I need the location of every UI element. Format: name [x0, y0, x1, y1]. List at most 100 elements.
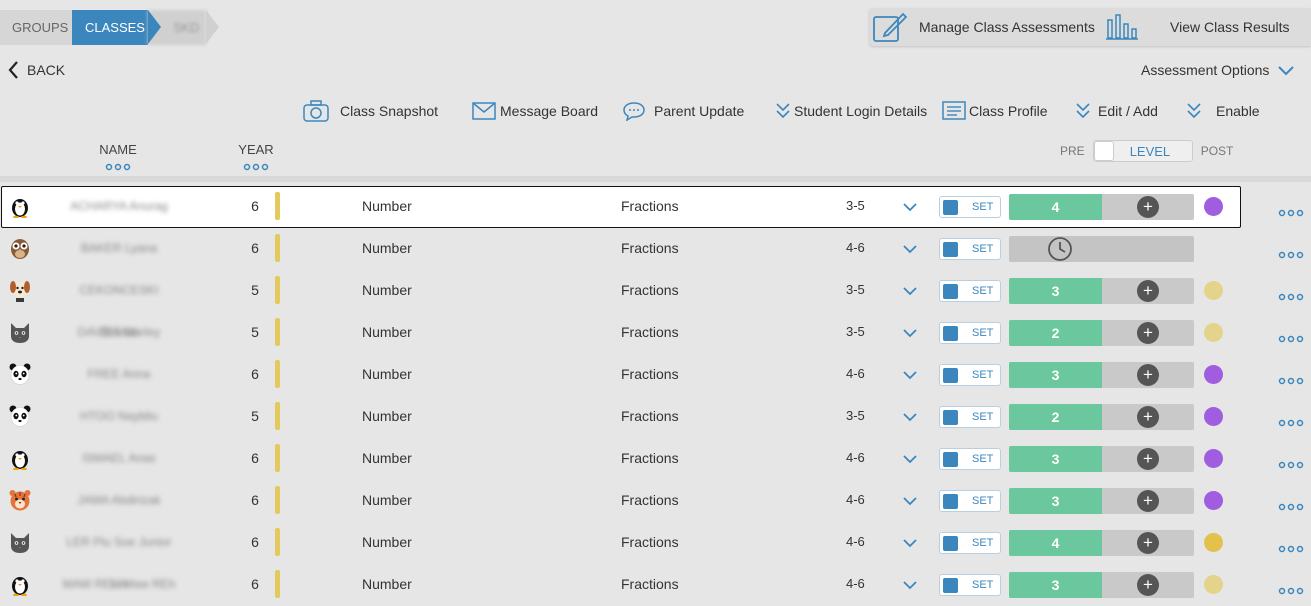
- level-bar[interactable]: 4 +: [1009, 530, 1194, 556]
- student-name[interactable]: LER Plu Soe Junior Lin: [60, 521, 178, 591]
- set-checkbox[interactable]: [943, 494, 958, 509]
- student-name[interactable]: MAW REH Maw REh: [60, 563, 178, 605]
- set-button[interactable]: SET: [939, 238, 1001, 260]
- enable-button[interactable]: Enable: [1186, 99, 1260, 123]
- plus-icon[interactable]: +: [1137, 490, 1159, 512]
- chevron-down-icon[interactable]: [902, 241, 918, 257]
- student-name[interactable]: ACHARYA Anurag: [60, 185, 178, 227]
- more-options-icon[interactable]: [1278, 288, 1304, 304]
- level-bar[interactable]: 4 +: [1009, 194, 1194, 220]
- level-bar[interactable]: 2 +: [1009, 320, 1194, 346]
- set-button[interactable]: SET: [939, 322, 1001, 344]
- breadcrumb-groups[interactable]: GROUPS: [0, 10, 72, 45]
- set-checkbox[interactable]: [943, 452, 958, 467]
- set-checkbox[interactable]: [943, 536, 958, 551]
- set-checkbox[interactable]: [943, 200, 958, 215]
- more-options-icon[interactable]: [1278, 330, 1304, 346]
- view-class-results-button[interactable]: View Class Results: [1106, 8, 1290, 46]
- parent-update-button[interactable]: Parent Update: [622, 99, 744, 123]
- more-options-icon[interactable]: [1278, 582, 1304, 598]
- chevron-down-icon[interactable]: [902, 535, 918, 551]
- message-board-button[interactable]: Message Board: [472, 99, 598, 123]
- more-options-icon[interactable]: [1278, 456, 1304, 472]
- student-login-details-button[interactable]: Student Login Details: [775, 99, 927, 123]
- edit-add-button[interactable]: Edit / Add: [1075, 99, 1158, 123]
- table-row[interactable]: HTOO Naybliu 5 Number Fractions 3-5 SET 2 +: [0, 395, 1311, 437]
- name-column-header[interactable]: NAME: [92, 142, 144, 171]
- set-button[interactable]: SET: [939, 448, 1001, 470]
- chevron-down-icon[interactable]: [902, 367, 918, 383]
- set-button[interactable]: SET: [939, 364, 1001, 386]
- student-name[interactable]: DAVIES Marley: [60, 311, 178, 353]
- plus-icon[interactable]: +: [1137, 322, 1159, 344]
- set-button[interactable]: SET: [939, 490, 1001, 512]
- manage-class-assessments-button[interactable]: Manage Class Assessments: [873, 8, 1095, 46]
- level-bar[interactable]: 3 +: [1009, 488, 1194, 514]
- set-checkbox[interactable]: [943, 578, 958, 593]
- set-checkbox[interactable]: [943, 284, 958, 299]
- set-checkbox[interactable]: [943, 368, 958, 383]
- plus-icon[interactable]: +: [1137, 364, 1159, 386]
- table-row[interactable]: LER Plu Soe Junior Lin 6 Number Fractions 4-…: [0, 521, 1311, 591]
- set-checkbox[interactable]: [943, 410, 958, 425]
- table-row[interactable]: BAKER Lyana 6 Number Fractions 4-6 SET: [0, 227, 1311, 269]
- more-options-icon[interactable]: [1278, 498, 1304, 514]
- set-button[interactable]: SET: [939, 196, 1001, 218]
- level-bar[interactable]: 3 +: [1009, 362, 1194, 388]
- chevron-down-icon[interactable]: [902, 577, 918, 593]
- plus-icon[interactable]: +: [1137, 532, 1159, 554]
- table-row[interactable]: ISMAEL Anas 6 Number Fractions 4-6 SET 3 +: [0, 437, 1311, 479]
- back-button[interactable]: BACK: [8, 60, 65, 80]
- more-options-icon[interactable]: [1278, 246, 1304, 262]
- set-button[interactable]: SET: [939, 280, 1001, 302]
- level-bar[interactable]: [1009, 236, 1194, 262]
- set-button[interactable]: SET: [939, 406, 1001, 428]
- student-name[interactable]: JAMA Abdirizak: [60, 479, 178, 521]
- table-row[interactable]: DAVIES Marley 5 Number Fractions 3-5 SET 2 +: [0, 311, 1311, 353]
- student-name[interactable]: FREE Anna: [60, 353, 178, 395]
- chevron-down-icon[interactable]: [902, 199, 918, 215]
- table-row[interactable]: JAMA Abdirizak 6 Number Fractions 4-6 SET 3 +: [0, 479, 1311, 521]
- more-options-icon[interactable]: [243, 163, 269, 171]
- student-name[interactable]: ISMAEL Anas: [60, 437, 178, 479]
- plus-icon[interactable]: +: [1137, 448, 1159, 470]
- plus-icon[interactable]: +: [1137, 196, 1159, 218]
- table-row[interactable]: CEKONCESKI Dimitar 5 Number Fractions 3-5 SET…: [0, 269, 1311, 339]
- chevron-down-icon[interactable]: [902, 451, 918, 467]
- student-name[interactable]: BAKER Lyana: [60, 227, 178, 269]
- more-options-icon[interactable]: [1278, 204, 1304, 220]
- set-checkbox[interactable]: [943, 326, 958, 341]
- student-name[interactable]: CEKONCESKI Dimitar: [60, 269, 178, 339]
- table-row[interactable]: MAW REH Maw REh 6 Number Fractions 4-6 SET 3 +: [0, 563, 1311, 605]
- plus-icon[interactable]: +: [1137, 280, 1159, 302]
- more-options-icon[interactable]: [1278, 414, 1304, 430]
- level-bar[interactable]: 2 +: [1009, 404, 1194, 430]
- level-bar[interactable]: 3 +: [1009, 446, 1194, 472]
- chevron-down-icon[interactable]: [902, 493, 918, 509]
- level-bar[interactable]: 3 +: [1009, 572, 1194, 598]
- chevron-down-icon[interactable]: [902, 325, 918, 341]
- class-profile-button[interactable]: Class Profile: [942, 99, 1048, 123]
- level-bar[interactable]: 3 +: [1009, 278, 1194, 304]
- pre-label[interactable]: PRE: [1060, 144, 1085, 158]
- more-options-icon[interactable]: [105, 163, 131, 171]
- toggle-knob[interactable]: [1093, 141, 1114, 161]
- level-toggle[interactable]: LEVEL: [1092, 140, 1193, 162]
- breadcrumb-classes[interactable]: CLASSES: [72, 10, 161, 45]
- more-options-icon[interactable]: [1278, 540, 1304, 556]
- plus-icon[interactable]: +: [1137, 406, 1159, 428]
- plus-icon[interactable]: +: [1137, 574, 1159, 596]
- set-button[interactable]: SET: [939, 574, 1001, 596]
- chevron-down-icon[interactable]: [902, 283, 918, 299]
- post-label[interactable]: POST: [1201, 144, 1234, 158]
- more-options-icon[interactable]: [1278, 372, 1304, 388]
- assessment-options-dropdown[interactable]: Assessment Options: [1141, 62, 1295, 78]
- chevron-down-icon[interactable]: [902, 409, 918, 425]
- table-row[interactable]: FREE Anna 6 Number Fractions 4-6 SET 3 +: [0, 353, 1311, 395]
- year-column-header[interactable]: YEAR: [230, 142, 282, 171]
- student-name[interactable]: HTOO Naybliu: [60, 395, 178, 437]
- set-checkbox[interactable]: [943, 242, 958, 257]
- table-row[interactable]: ACHARYA Anurag 6 Number Fractions 3-5 SET 4 +: [0, 185, 1311, 228]
- class-snapshot-button[interactable]: Class Snapshot: [303, 99, 438, 123]
- set-button[interactable]: SET: [939, 532, 1001, 554]
